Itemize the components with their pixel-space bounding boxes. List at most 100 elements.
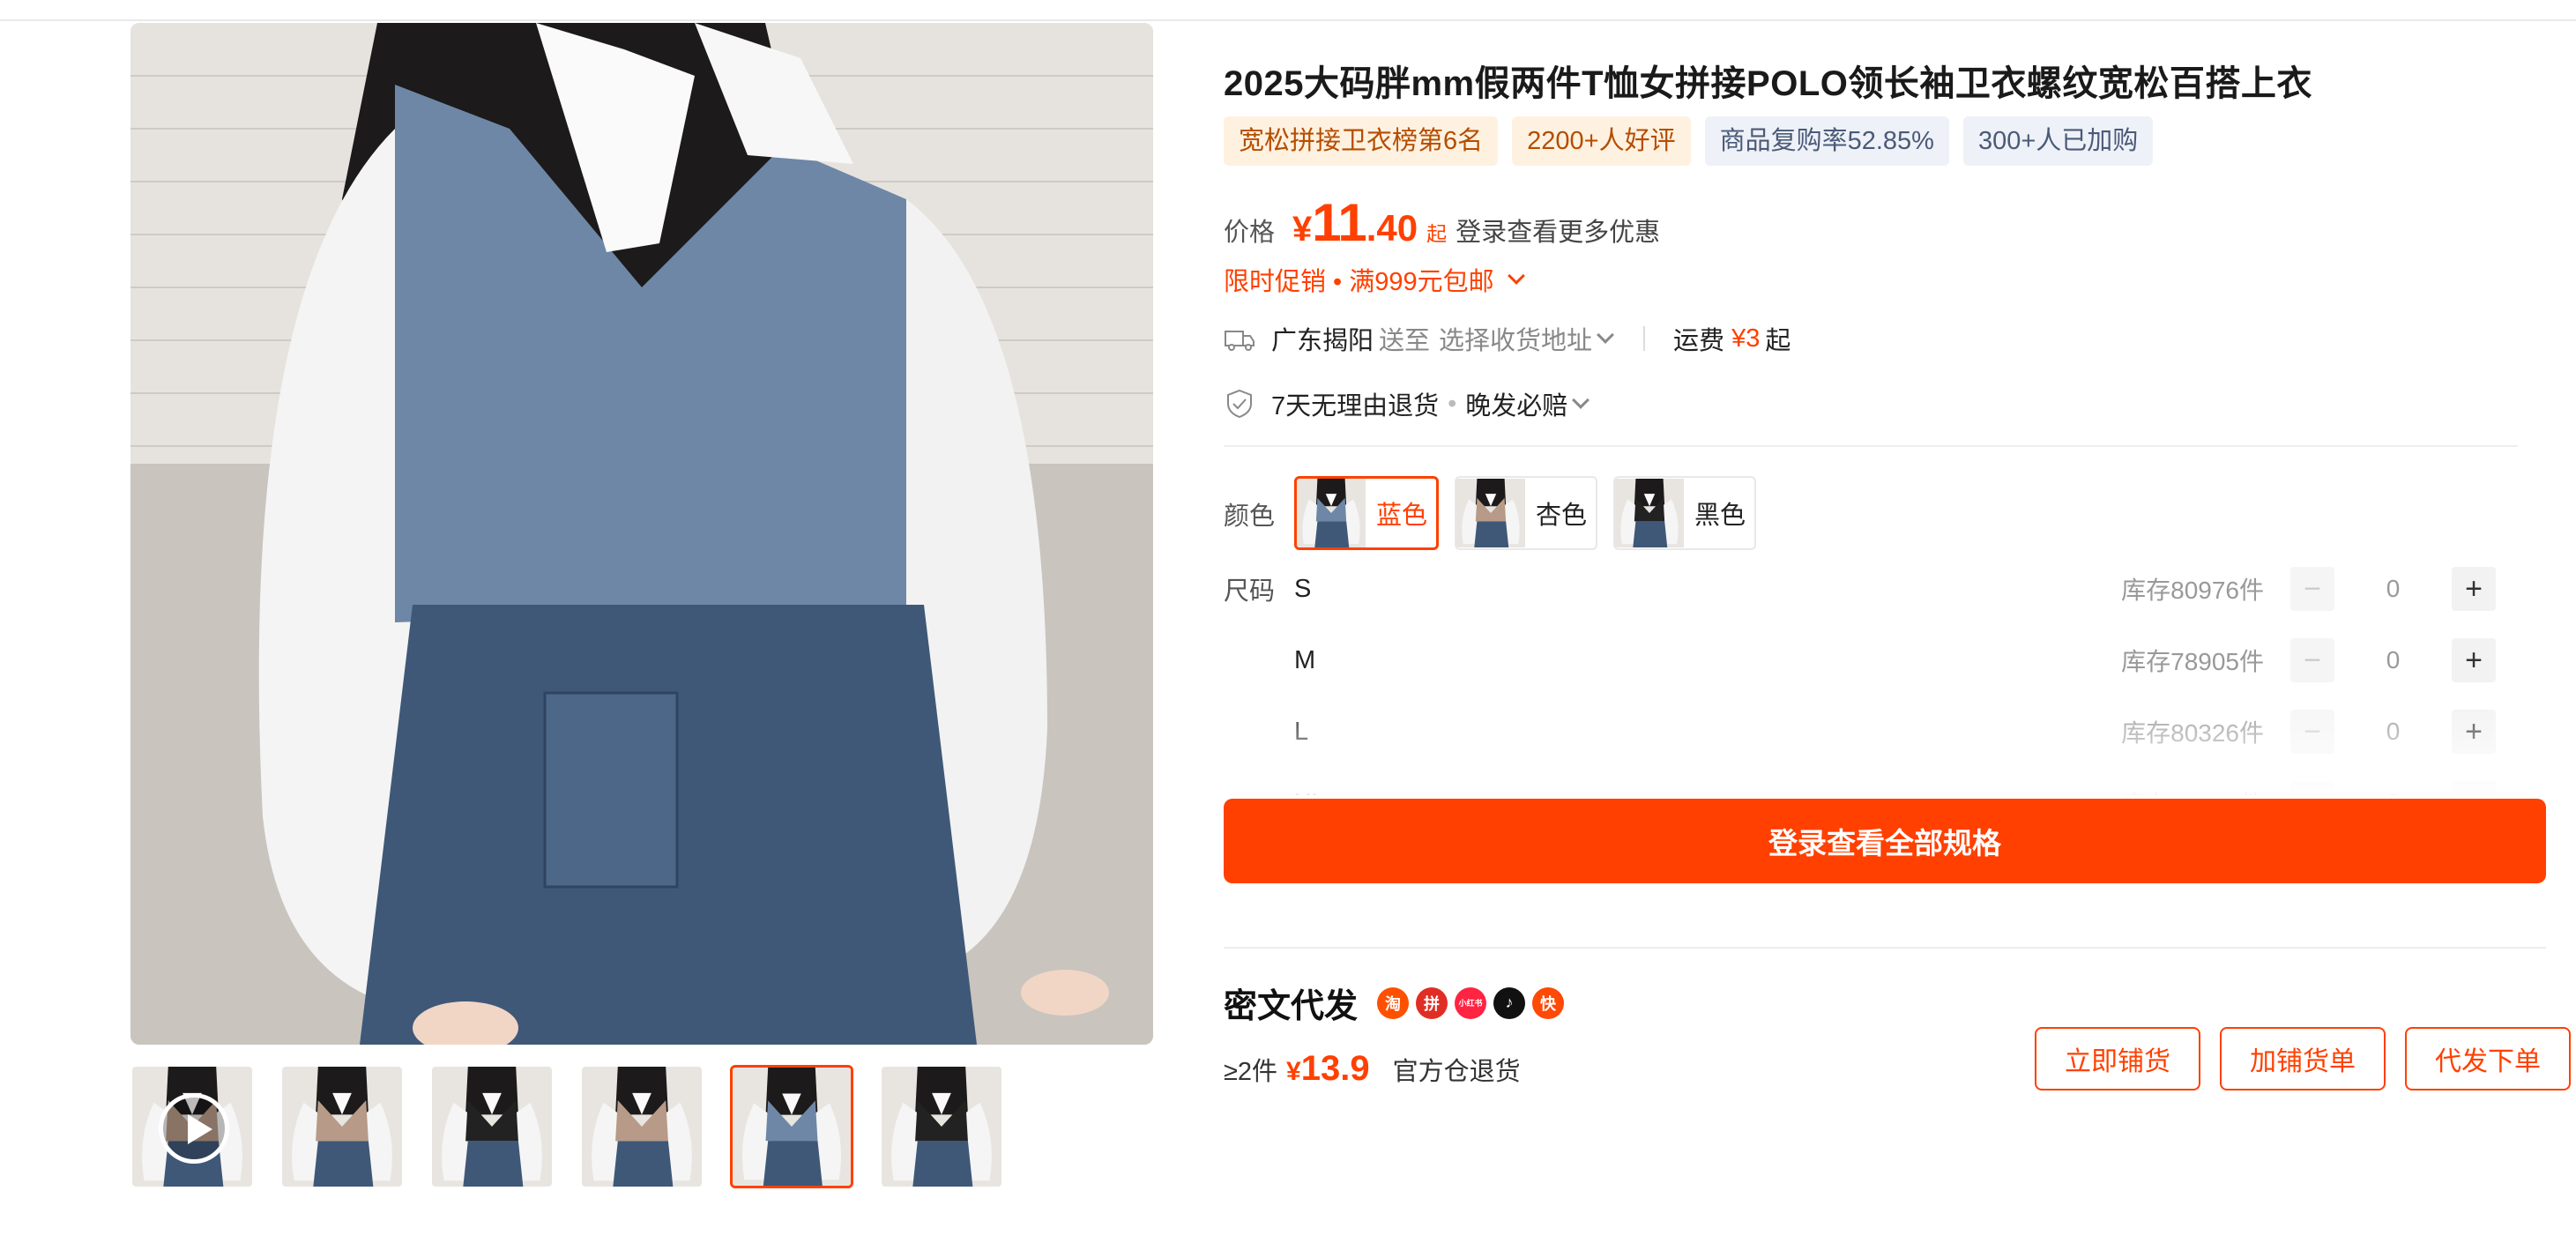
dropship-title: 密文代发 <box>1224 988 1359 1025</box>
dropship-price: 13.9 <box>1300 1049 1370 1088</box>
thumbnail-photo <box>1297 479 1366 547</box>
pinduoduo-icon: 拼 <box>1416 986 1448 1019</box>
ship-to-label: 送至 <box>1379 327 1431 355</box>
product-tag: 2200+人好评 <box>1512 116 1691 166</box>
chevron-down-icon <box>1597 326 1614 344</box>
section-divider <box>1224 947 2546 949</box>
color-swatches: 蓝色 杏色 黑色 <box>1294 476 1757 550</box>
size-list: 尺码S库存80976件−0+M库存78905件−0+L库存80326件−0+XL… <box>1224 564 2518 795</box>
color-option-label: 黑色 <box>1694 502 1746 530</box>
dropship-price-row: ≥2件 ¥ 13.9 官方仓退货 <box>1224 1049 1521 1089</box>
separator <box>1643 326 1646 351</box>
dot-separator: • <box>1448 389 1457 418</box>
color-option[interactable]: 蓝色 <box>1294 476 1440 550</box>
color-option[interactable]: 黑色 <box>1613 476 1757 550</box>
size-name: M <box>1294 645 1316 674</box>
thumbnail-1[interactable] <box>130 1065 254 1188</box>
chevron-down-icon <box>1572 391 1590 409</box>
thumbnail-photo <box>882 1067 1001 1187</box>
stock-count: 库存80326件 <box>2121 719 2264 747</box>
platform-icons: 淘拼小红书 ♪ 快 <box>1377 986 1565 1019</box>
size-row: M 库存78905件 −0 + <box>1224 636 2518 685</box>
stock-count: 库存78905件 <box>2121 648 2264 675</box>
color-option-label: 杏色 <box>1536 502 1588 530</box>
quantity-value[interactable]: 0 <box>2334 575 2452 603</box>
main-product-image[interactable] <box>130 23 1153 1045</box>
product-tag: 300+人已加购 <box>1962 116 2154 166</box>
shield-check-icon <box>1227 389 1252 419</box>
thumbnail-6[interactable] <box>880 1065 1003 1188</box>
size-label: 尺码 <box>1224 577 1276 606</box>
promo-text: 限时促销 • 满999元包邮 <box>1224 268 1494 296</box>
color-label: 颜色 <box>1224 502 1276 531</box>
ship-origin: 广东揭阳 <box>1271 327 1374 355</box>
product-tag: 商品复购率52.85% <box>1704 116 1949 166</box>
size-name: XL <box>1294 789 2088 796</box>
thumbnail-4[interactable] <box>580 1065 704 1188</box>
thumbnail-photo <box>282 1067 402 1187</box>
product-photo <box>130 23 1153 1045</box>
increase-button[interactable]: + <box>2452 638 2496 682</box>
thumbnail-photo <box>733 1068 851 1186</box>
shipping-row: 广东揭阳 送至 选择收货地址 运费 ¥3 起 <box>1224 319 1791 358</box>
thumbnail-photo <box>432 1067 552 1187</box>
dropship-actions: 立即铺货 加铺货单 代发下单 <box>2035 1027 2571 1090</box>
late-compensation: 晚发必赔 <box>1465 392 1568 421</box>
dropship-order-button[interactable]: 代发下单 <box>2405 1027 2571 1090</box>
douyin-icon: ♪ <box>1493 986 1526 1019</box>
thumbnail-photo <box>1615 479 1685 547</box>
price-decimal: .40 <box>1366 207 1418 249</box>
play-video-icon[interactable] <box>159 1093 229 1164</box>
kuaishou-icon: 快 <box>1532 986 1565 1019</box>
quantity-value[interactable]: 0 <box>2334 646 2452 674</box>
thumbnail-2[interactable] <box>280 1065 404 1188</box>
decrease-button[interactable]: − <box>2290 781 2334 795</box>
price-suffix: 起 <box>1426 222 1448 245</box>
price-row: 价格 ¥ 11 .40 起 登录查看更多优惠 <box>1224 192 1660 263</box>
section-divider <box>1224 445 2518 447</box>
increase-button[interactable]: + <box>2452 781 2496 795</box>
increase-button[interactable]: + <box>2452 710 2496 754</box>
size-name: L <box>1294 717 1309 746</box>
price-currency: ¥ <box>1292 210 1313 249</box>
stock-count: 库存80976件 <box>2121 577 2264 604</box>
return-policy: 7天无理由退货 <box>1271 392 1440 421</box>
product-title: 2025大码胖mm假两件T恤女拼接POLO领长袖卫衣螺纹宽松百搭上衣 <box>1224 64 2312 103</box>
dropship-min-qty: ≥2件 <box>1224 1058 1278 1086</box>
address-selector[interactable]: 选择收货地址 <box>1439 320 1592 357</box>
decrease-button[interactable]: − <box>2290 638 2334 682</box>
service-row[interactable]: 7天无理由退货 • 晚发必赔 <box>1224 384 1592 423</box>
color-option[interactable]: 杏色 <box>1455 476 1598 550</box>
freight-value: ¥3 <box>1731 324 1761 353</box>
freight-suffix: 起 <box>1765 327 1791 355</box>
thumbnail-5[interactable] <box>730 1065 853 1188</box>
increase-button[interactable]: + <box>2452 567 2496 611</box>
thumbnail-photo <box>582 1067 702 1187</box>
login-for-discounts-link[interactable]: 登录查看更多优惠 <box>1456 212 1660 249</box>
size-name: S <box>1294 574 1312 603</box>
size-row: XL库存80750件 −0+ <box>1224 778 2518 795</box>
add-to-list-button[interactable]: 加铺货单 <box>2220 1027 2386 1090</box>
dropship-header: 密文代发 淘拼小红书 ♪ 快 <box>1224 979 1565 1027</box>
dropship-currency: ¥ <box>1286 1057 1301 1086</box>
product-tags: 宽松拼接卫衣榜第6名 2200+人好评 商品复购率52.85% 300+人已加购 <box>1224 116 2154 166</box>
taobao-icon: 淘 <box>1377 986 1410 1019</box>
price-label: 价格 <box>1224 219 1276 247</box>
thumbnail-3[interactable] <box>430 1065 554 1188</box>
login-view-all-specs-button[interactable]: 登录查看全部规格 <box>1224 799 2546 883</box>
color-selector: 颜色 蓝色 杏色 黑色 <box>1224 476 1757 550</box>
thumbnail-photo <box>1456 479 1526 547</box>
list-now-button[interactable]: 立即铺货 <box>2035 1027 2200 1090</box>
size-row: 尺码 S 库存80976件 −0 + <box>1224 564 2518 614</box>
freight-label: 运费 <box>1673 327 1725 355</box>
stock-count: 库存80750件 <box>2088 785 2264 795</box>
size-row: L 库存80326件 −0 + <box>1224 707 2518 756</box>
promo-link[interactable]: 限时促销 • 满999元包邮 <box>1224 261 1528 298</box>
chevron-down-icon <box>1507 267 1525 285</box>
decrease-button[interactable]: − <box>2290 567 2334 611</box>
thumbnail-strip <box>130 1065 1003 1188</box>
decrease-button[interactable]: − <box>2290 710 2334 754</box>
quantity-value[interactable]: 0 <box>2334 718 2452 746</box>
top-divider <box>0 19 2576 21</box>
quantity-value[interactable]: 0 <box>2334 789 2452 795</box>
